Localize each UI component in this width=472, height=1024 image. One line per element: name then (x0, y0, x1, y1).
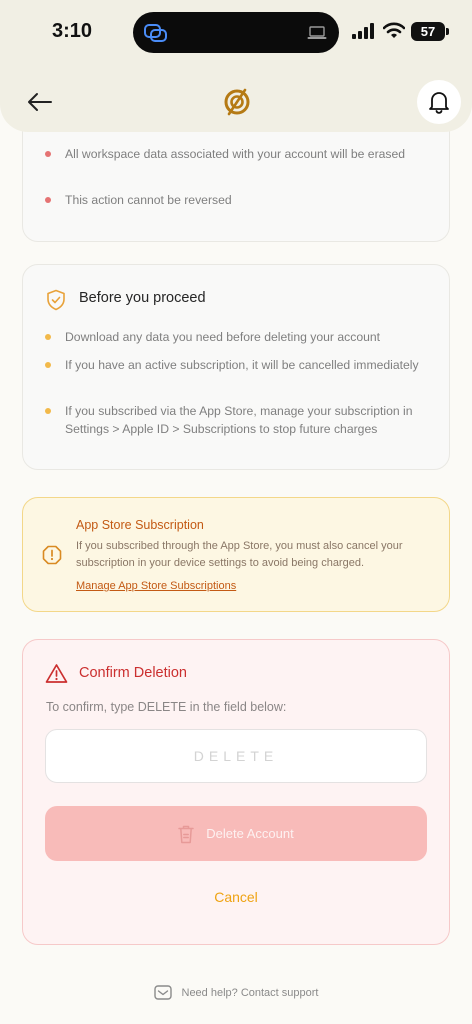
mail-icon (153, 985, 172, 1000)
shield-check-icon (47, 289, 65, 311)
notifications-button[interactable] (417, 80, 461, 124)
confirm-delete-input[interactable] (45, 729, 427, 783)
cellular-signal-icon (352, 23, 374, 39)
list-item-text: Download any data you need before deleti… (65, 330, 381, 344)
notice-body: If you subscribed through the App Store,… (76, 540, 403, 569)
warning-triangle-icon (45, 664, 68, 683)
list-item-text: All workspace data associated with your … (65, 147, 406, 161)
section-title: Confirm Deletion (79, 665, 187, 681)
arrow-left-icon[interactable] (26, 88, 54, 116)
delete-account-button[interactable]: Delete Account (45, 806, 427, 861)
section-title: Before you proceed (79, 290, 206, 306)
bullet-dot (45, 151, 51, 157)
app-header: 3:10 57 (0, 0, 472, 132)
status-time: 3:10 (52, 20, 93, 42)
bullet-dot (45, 408, 51, 414)
battery-indicator: 57 (411, 22, 449, 41)
notice-title: App Store Subscription (76, 518, 204, 532)
bullet-dot (45, 197, 51, 203)
cancel-button[interactable]: Cancel (23, 889, 449, 905)
laptop-icon (307, 26, 327, 39)
contact-support-link[interactable]: Need help? Contact support (0, 985, 472, 1000)
delete-account-label: Delete Account (206, 826, 294, 841)
wifi-icon (383, 22, 405, 38)
confirm-instruction: To confirm, type DELETE in the field bel… (46, 700, 287, 714)
app-switch-icon (144, 24, 167, 42)
bell-icon (429, 92, 449, 114)
bullet-dot (45, 334, 51, 340)
confirm-deletion-card: Confirm Deletion To confirm, type DELETE… (22, 639, 450, 945)
bullet-dot (45, 362, 51, 368)
list-item-text: If you have an active subscription, it w… (65, 358, 419, 372)
ring-logo-icon (224, 88, 250, 116)
manage-subscriptions-link[interactable]: Manage App Store Subscriptions (76, 580, 236, 592)
trash-icon (178, 825, 195, 843)
alert-octagon-icon (42, 545, 62, 565)
app-store-notice: App Store Subscription If you subscribed… (22, 497, 450, 612)
before-you-proceed-card: Before you proceed Download any data you… (22, 264, 450, 470)
list-item-text: This action cannot be reversed (65, 193, 232, 207)
dynamic-island (133, 12, 339, 53)
help-text: Need help? Contact support (181, 986, 319, 999)
list-item-text: If you subscribed via the App Store, man… (65, 404, 413, 436)
